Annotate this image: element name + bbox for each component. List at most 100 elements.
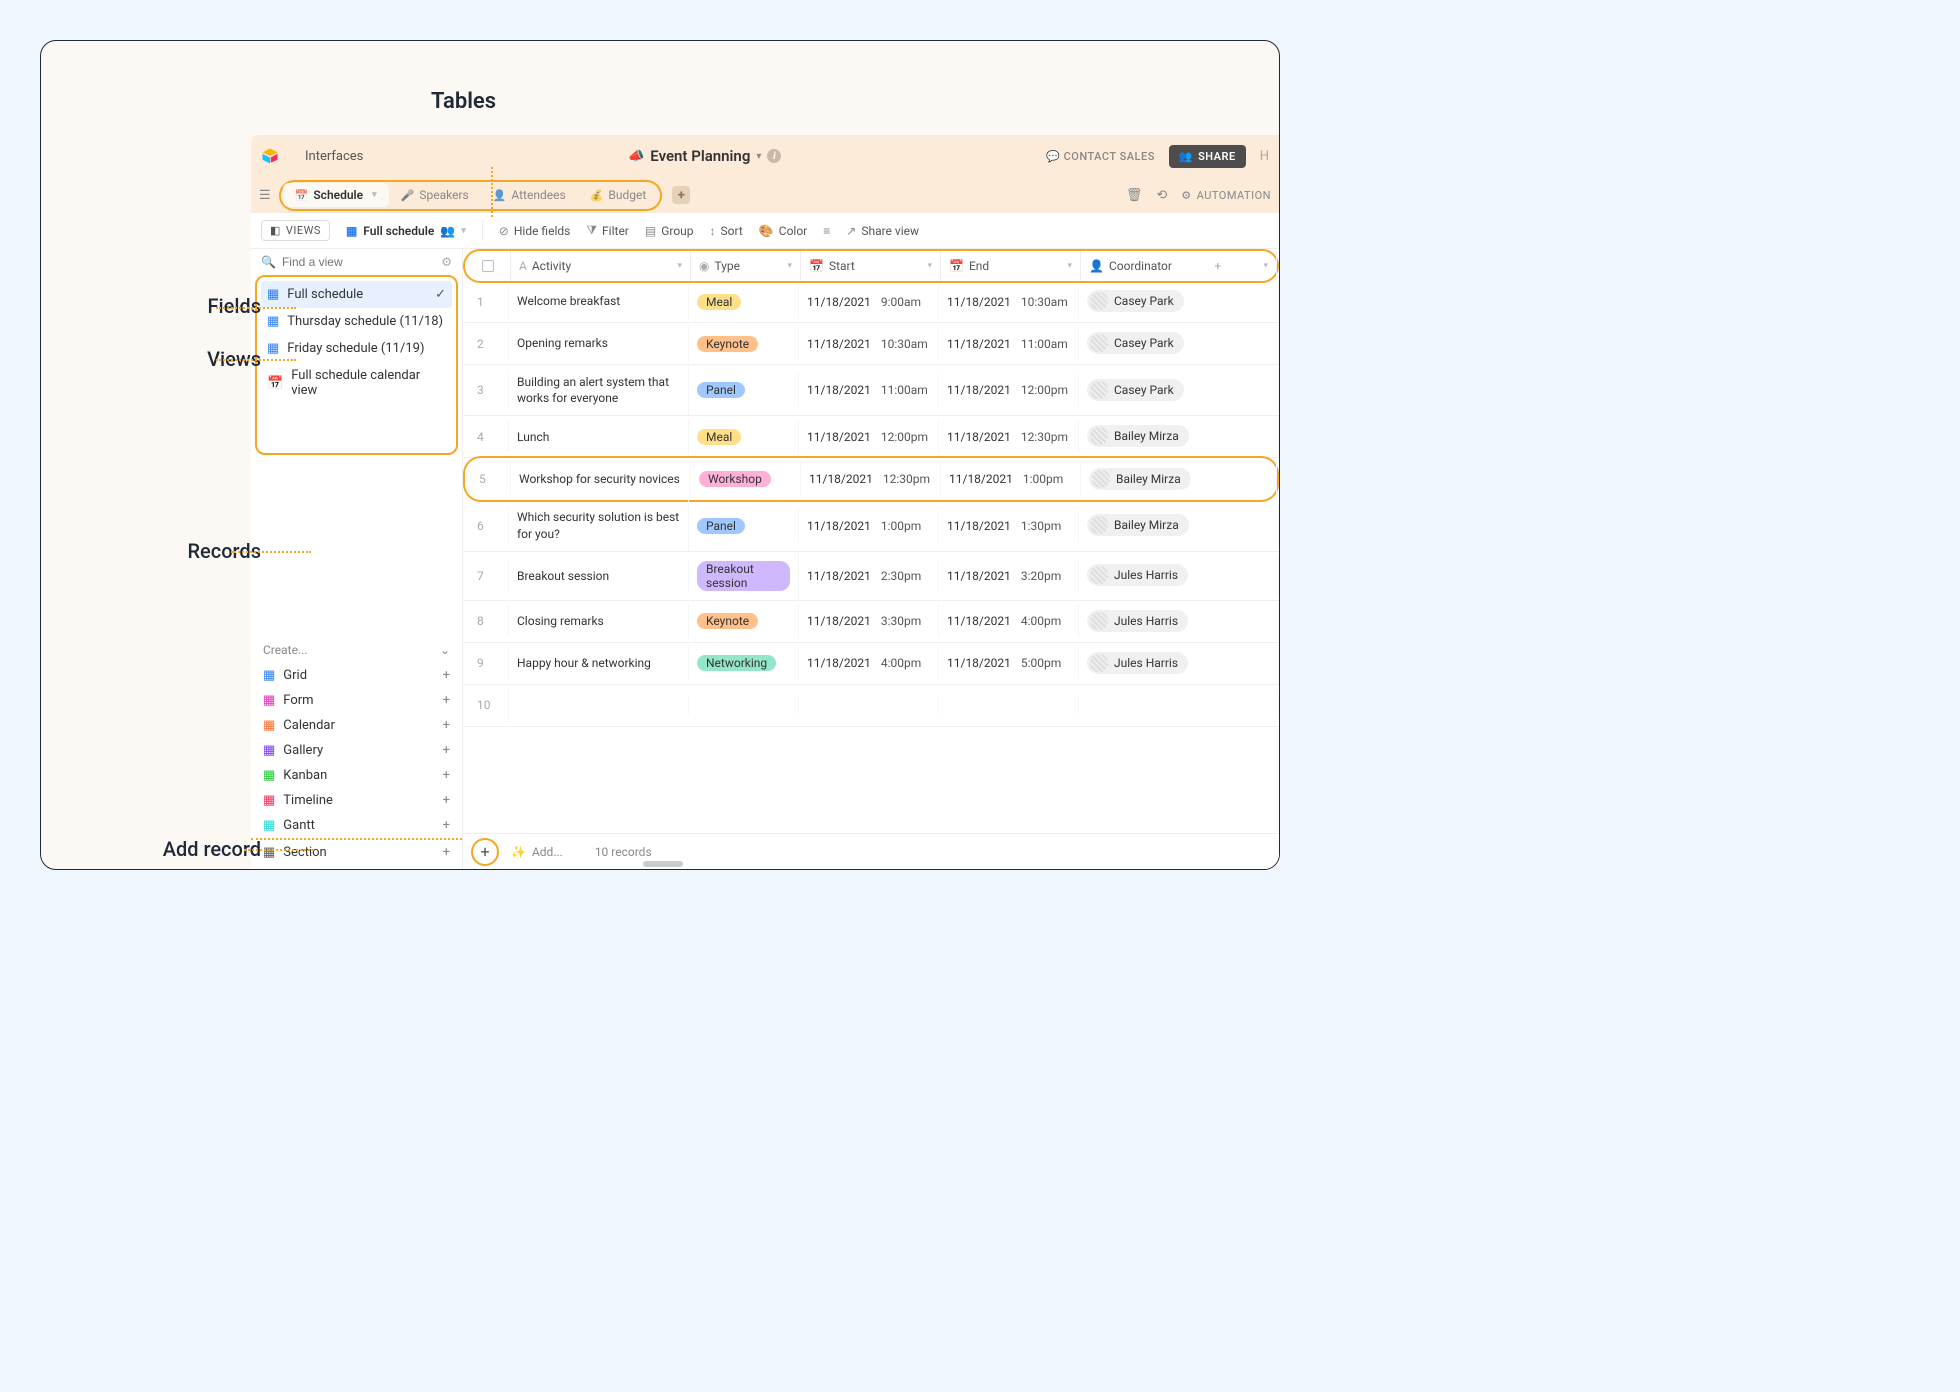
add-field-button[interactable]: +	[1214, 259, 1221, 273]
gear-icon[interactable]: ⚙	[441, 255, 452, 269]
cell-type[interactable]: Keynote	[689, 604, 799, 638]
views-toggle-button[interactable]: ◧ VIEWS	[261, 220, 330, 241]
table-row[interactable]: 7 Breakout session Breakout session 11/1…	[463, 552, 1279, 601]
cell-type[interactable]: Panel	[689, 509, 799, 543]
cell-end[interactable]	[939, 696, 1079, 714]
app-name[interactable]: Event Planning	[650, 147, 750, 165]
view-item[interactable]: 📅Full schedule calendar view	[261, 362, 452, 404]
current-view-name[interactable]: ▦ Full schedule 👥 ▾	[346, 224, 466, 238]
column-header-end[interactable]: 📅End▾	[941, 251, 1081, 281]
create-view-gallery[interactable]: ▦Gallery+	[263, 738, 450, 763]
cell-activity[interactable]: Breakout session	[509, 559, 689, 593]
create-view-gantt[interactable]: ▦Gantt+	[263, 813, 450, 838]
table-row[interactable]: 10	[463, 685, 1279, 727]
table-row[interactable]: 8 Closing remarks Keynote 11/18/20213:30…	[463, 601, 1279, 643]
cell-start[interactable]	[799, 696, 939, 714]
create-view-section[interactable]: ▦Section+	[263, 840, 450, 865]
cell-end[interactable]: 11/18/202112:00pm	[939, 374, 1079, 406]
column-header-type[interactable]: ◉Type▾	[691, 251, 801, 281]
automation-button[interactable]: ⚙ AUTOMATION	[1181, 189, 1271, 202]
create-view-section-header[interactable]: Create... ⌄	[263, 637, 450, 663]
cell-activity[interactable]: Happy hour & networking	[509, 646, 689, 680]
cell-start[interactable]: 11/18/202112:00pm	[799, 421, 939, 453]
cell-activity[interactable]: Closing remarks	[509, 604, 689, 638]
cell-type[interactable]: Panel	[689, 373, 799, 407]
cell-start[interactable]: 11/18/202112:30pm	[801, 463, 941, 495]
info-icon[interactable]: i	[767, 149, 781, 163]
cell-start[interactable]: 11/18/20219:00am	[799, 286, 939, 318]
table-tab-attendees[interactable]: 👤Attendees	[481, 183, 578, 207]
table-tab-budget[interactable]: 💰Budget	[578, 183, 659, 207]
cell-start[interactable]: 11/18/20212:30pm	[799, 560, 939, 592]
table-row[interactable]: 5 Workshop for security novices Workshop…	[465, 458, 1277, 500]
row-height-button[interactable]: ≡	[823, 224, 830, 238]
horizontal-scrollbar[interactable]	[643, 861, 683, 867]
history-icon[interactable]: ⟲	[1156, 188, 1167, 203]
create-view-calendar[interactable]: ▦Calendar+	[263, 713, 450, 738]
cell-end[interactable]: 11/18/20213:20pm	[939, 560, 1079, 592]
cell-type[interactable]: Networking	[689, 646, 799, 680]
view-item[interactable]: ▦Full schedule✓	[261, 281, 452, 308]
cell-end[interactable]: 11/18/202111:00am	[939, 328, 1079, 360]
cell-type[interactable]: Workshop	[691, 462, 801, 496]
cell-activity[interactable]: Building an alert system that works for …	[509, 365, 689, 415]
color-button[interactable]: 🎨Color	[759, 224, 807, 238]
table-row[interactable]: 1 Welcome breakfast Meal 11/18/20219:00a…	[463, 281, 1279, 323]
cell-coordinator[interactable]: Jules Harris	[1079, 643, 1279, 684]
cell-activity[interactable]: Opening remarks	[509, 326, 689, 360]
table-tab-schedule[interactable]: 📅Schedule▾	[283, 183, 389, 207]
share-button[interactable]: 👥 SHARE	[1169, 145, 1246, 168]
cell-coordinator[interactable]: Casey Park	[1079, 281, 1279, 322]
view-item[interactable]: ▦Friday schedule (11/19)	[261, 335, 452, 362]
hide-fields-button[interactable]: ⊘Hide fields	[499, 224, 571, 238]
filter-button[interactable]: ⧩Filter	[586, 223, 629, 238]
cell-end[interactable]: 11/18/202112:30pm	[939, 421, 1079, 453]
cell-activity[interactable]: Lunch	[509, 420, 689, 454]
create-view-kanban[interactable]: ▦Kanban+	[263, 763, 450, 788]
select-all-checkbox[interactable]	[465, 251, 511, 281]
cell-type[interactable]: Meal	[689, 420, 799, 454]
table-row[interactable]: 3 Building an alert system that works fo…	[463, 365, 1279, 416]
cell-end[interactable]: 11/18/202110:30am	[939, 286, 1079, 318]
cell-coordinator[interactable]: Casey Park	[1079, 370, 1279, 411]
table-row[interactable]: 6 Which security solution is best for yo…	[463, 500, 1279, 551]
airtable-logo-icon[interactable]	[261, 147, 279, 165]
cell-start[interactable]: 11/18/20214:00pm	[799, 647, 939, 679]
add-record-button[interactable]: +	[471, 838, 499, 866]
contact-sales-link[interactable]: 💬 CONTACT SALES	[1046, 150, 1155, 163]
cell-type[interactable]: Meal	[689, 285, 799, 319]
cell-type[interactable]	[689, 696, 799, 714]
chevron-down-icon[interactable]: ▾	[756, 151, 761, 162]
table-tab-speakers[interactable]: 🎤Speakers	[389, 183, 481, 207]
column-header-start[interactable]: 📅Start▾	[801, 251, 941, 281]
group-button[interactable]: ▤Group	[645, 224, 694, 238]
column-header-activity[interactable]: AActivity▾	[511, 251, 691, 281]
share-view-button[interactable]: ↗Share view	[846, 224, 919, 238]
cell-start[interactable]: 11/18/20211:00pm	[799, 510, 939, 542]
cell-coordinator[interactable]: Jules Harris	[1079, 601, 1279, 642]
create-view-form[interactable]: ▦Form+	[263, 688, 450, 713]
cell-coordinator[interactable]	[1079, 696, 1279, 714]
add-table-button[interactable]: +	[672, 186, 690, 204]
add-record-ai-button[interactable]: ✨ Add...	[511, 845, 563, 859]
find-view-input[interactable]	[282, 255, 441, 269]
cell-start[interactable]: 11/18/202111:00am	[799, 374, 939, 406]
cell-end[interactable]: 11/18/20214:00pm	[939, 605, 1079, 637]
sort-button[interactable]: ↕Sort	[710, 224, 743, 238]
cell-end[interactable]: 11/18/20211:30pm	[939, 510, 1079, 542]
cell-coordinator[interactable]: Bailey Mirza	[1081, 459, 1277, 500]
cell-end[interactable]: 11/18/20215:00pm	[939, 647, 1079, 679]
cell-activity[interactable]: Workshop for security novices	[511, 462, 691, 496]
hamburger-icon[interactable]: ☰	[259, 188, 271, 203]
cell-activity[interactable]: Welcome breakfast	[509, 284, 689, 318]
cell-coordinator[interactable]: Bailey Mirza	[1079, 416, 1279, 457]
create-view-grid[interactable]: ▦Grid+	[263, 663, 450, 688]
create-view-timeline[interactable]: ▦Timeline+	[263, 788, 450, 813]
interfaces-link[interactable]: Interfaces	[305, 149, 363, 164]
view-item[interactable]: ▦Thursday schedule (11/18)	[261, 308, 452, 335]
cell-coordinator[interactable]: Bailey Mirza	[1079, 505, 1279, 546]
cell-type[interactable]: Breakout session	[689, 552, 799, 600]
cell-start[interactable]: 11/18/20213:30pm	[799, 605, 939, 637]
column-header-coordinator[interactable]: 👤Coordinator+▾	[1081, 251, 1277, 281]
cell-activity[interactable]: Which security solution is best for you?	[509, 500, 689, 550]
